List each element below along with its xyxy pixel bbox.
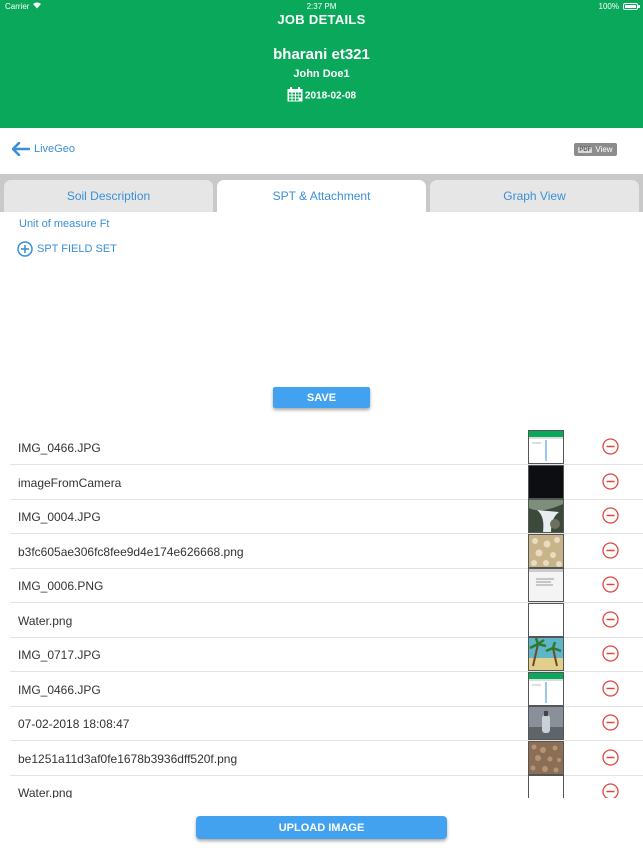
pdf-view-label: View <box>595 145 613 154</box>
attachment-name: b3fc605ae306fc8fee9d4e174e626668.png <box>18 544 244 559</box>
attachment-row[interactable]: imageFromCamera <box>10 464 643 500</box>
delete-attachment-icon[interactable] <box>602 748 619 766</box>
delete-attachment-icon[interactable] <box>602 679 619 697</box>
attachment-row[interactable]: be1251a11d3af0fe1678b3936dff520f.png <box>10 740 643 776</box>
attachment-row[interactable]: IMG_0717.JPG <box>10 637 643 672</box>
job-header: Carrier 2:37 PM 100% JOB DETAILS bharani… <box>0 0 643 128</box>
attachment-thumbnail[interactable] <box>528 671 564 706</box>
attachment-row[interactable]: IMG_0004.JPG <box>10 499 643 534</box>
attachment-thumbnail[interactable] <box>528 430 564 464</box>
attachment-thumbnail[interactable] <box>528 499 564 533</box>
attachment-row[interactable]: IMG_0466.JPG <box>10 671 643 707</box>
battery-icon <box>623 3 640 10</box>
attachment-name: 07-02-2018 18:08:47 <box>18 717 130 731</box>
attachment-name: be1251a11d3af0fe1678b3936dff520f.png <box>18 751 238 766</box>
tab-graph-view[interactable]: Graph View <box>430 180 639 212</box>
attachment-list[interactable]: IMG_0466.JPG imageFromCamera IMG_0004.JPGb… <box>10 430 643 798</box>
attachment-thumbnail[interactable] <box>528 533 564 568</box>
pdf-view-button[interactable]: PDF View <box>574 143 617 156</box>
tab-spt-attachment[interactable]: SPT & Attachment <box>217 180 426 212</box>
tab-soil-description[interactable]: Soil Description <box>4 180 213 212</box>
attachment-row[interactable]: Water.png <box>10 602 643 638</box>
page-title: JOB DETAILS <box>277 12 366 27</box>
unit-of-measure: Unit of measure Ft <box>19 218 110 230</box>
delete-attachment-icon[interactable] <box>602 507 619 524</box>
delete-attachment-icon[interactable] <box>602 541 619 559</box>
user-name: John Doe1 <box>293 68 350 80</box>
upload-image-button[interactable]: UPLOAD IMAGE <box>196 816 447 839</box>
calendar-icon <box>287 87 303 105</box>
delete-attachment-icon[interactable] <box>602 714 619 731</box>
attachment-name: Water.png <box>18 786 73 798</box>
attachment-name: Water.png <box>18 613 73 628</box>
attachment-name: IMG_0466.JPG <box>18 441 101 455</box>
tab-bar: Soil Description SPT & Attachment Graph … <box>0 174 643 212</box>
attachment-row[interactable]: Water.png <box>10 775 643 798</box>
add-spt-field-set-button[interactable]: SPT FIELD SET <box>17 241 117 257</box>
back-label: LiveGeo <box>34 143 75 155</box>
attachment-name: IMG_0006.PNG <box>18 579 104 593</box>
attachment-name: IMG_0466.JPG <box>18 682 101 697</box>
delete-attachment-icon[interactable] <box>602 610 619 628</box>
status-time: 2:37 PM <box>306 2 337 11</box>
job-name: bharani et321 <box>273 46 370 63</box>
attachment-row[interactable]: IMG_0006.PNG <box>10 568 643 603</box>
delete-attachment-icon[interactable] <box>602 645 619 662</box>
attachment-thumbnail[interactable] <box>528 706 564 740</box>
attachment-thumbnail[interactable] <box>528 775 564 798</box>
attachment-thumbnail[interactable] <box>528 637 564 671</box>
job-date-text: 2018-02-08 <box>304 90 357 102</box>
attachment-row[interactable]: 07-02-2018 18:08:47 <box>10 706 643 741</box>
attachment-name: IMG_0004.JPG <box>18 510 101 524</box>
attachment-name: imageFromCamera <box>18 475 122 490</box>
delete-attachment-icon[interactable] <box>602 438 619 455</box>
attachment-thumbnail[interactable] <box>528 464 564 499</box>
spt-field-set-label: SPT FIELD SET <box>37 243 117 255</box>
battery-percent: 100% <box>598 2 619 11</box>
save-button[interactable]: SAVE <box>273 387 370 408</box>
attachment-thumbnail[interactable] <box>528 568 564 602</box>
attachment-thumbnail[interactable] <box>528 740 564 775</box>
attachment-thumbnail[interactable] <box>528 602 564 637</box>
back-arrow-icon <box>12 142 30 156</box>
delete-attachment-icon[interactable] <box>602 576 619 593</box>
nav-bar: LiveGeo <box>0 128 643 174</box>
delete-attachment-icon[interactable] <box>602 783 619 798</box>
attachment-row[interactable]: b3fc605ae306fc8fee9d4e174e626668.png <box>10 533 643 569</box>
plus-circle-icon <box>17 241 33 257</box>
attachment-row[interactable]: IMG_0466.JPG <box>10 430 643 465</box>
job-date: 2018-02-08 <box>0 87 643 105</box>
attachment-name: IMG_0717.JPG <box>18 648 101 662</box>
pdf-icon: PDF <box>578 146 593 153</box>
back-button[interactable]: LiveGeo <box>12 142 75 156</box>
delete-attachment-icon[interactable] <box>602 472 619 490</box>
